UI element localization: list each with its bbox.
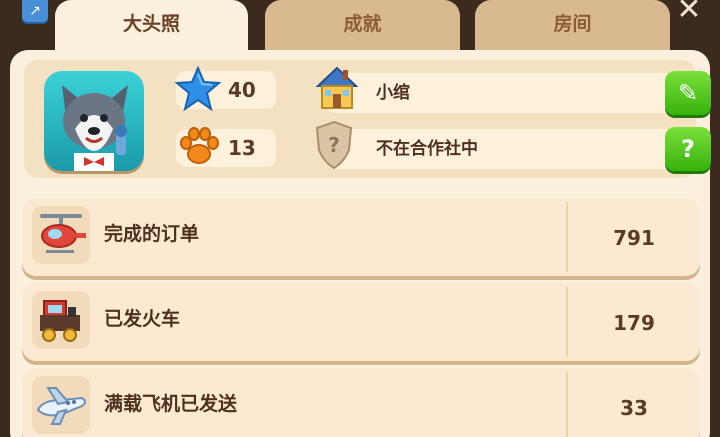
helicopter-icon	[32, 206, 90, 264]
airplane-icon	[32, 376, 90, 434]
question-icon: ?	[681, 135, 695, 163]
player-name: 小绾	[376, 83, 410, 103]
tab-achievements-label: 成就	[343, 13, 382, 35]
stars-value: 40	[228, 78, 256, 102]
star-icon	[174, 66, 222, 112]
stat-value-planes: 33	[620, 396, 648, 420]
train-icon	[32, 291, 90, 349]
stat-label-trains: 已发火车	[104, 308, 181, 330]
pencil-icon: ✎	[677, 79, 699, 107]
external-link-icon[interactable]: ↗	[22, 0, 48, 22]
stat-row-planes: 满载飞机已发送 33	[22, 368, 700, 437]
stat-label-orders: 完成的订单	[104, 223, 200, 245]
paws-value: 13	[228, 136, 256, 160]
coop-help-button[interactable]: ?	[665, 127, 711, 171]
stat-row-trains: 已发火车 179	[22, 283, 700, 361]
husky-avatar-icon	[62, 85, 128, 171]
edit-name-button[interactable]: ✎	[665, 71, 711, 115]
tab-rooms-label: 房间	[553, 13, 592, 35]
tab-portrait[interactable]: 大头照	[55, 0, 248, 58]
close-icon[interactable]: ✕	[672, 0, 706, 28]
profile-screen: ↗ ✕ 大头照 成就 房间 40 13 小绾 ✎ ? 不在合作社中 ? 完成的订…	[0, 0, 720, 437]
svg-text:?: ?	[328, 133, 340, 157]
stat-value-trains: 179	[613, 311, 655, 335]
stat-value-orders: 791	[613, 226, 655, 250]
shield-icon: ?	[315, 120, 353, 170]
coop-status: 不在合作社中	[376, 139, 478, 159]
avatar[interactable]	[44, 71, 144, 171]
house-icon	[315, 66, 359, 109]
profile-card: 40 13 小绾 ✎ ? 不在合作社中 ?	[24, 60, 711, 178]
paw-icon	[180, 127, 219, 164]
stat-row-orders: 完成的订单 791	[22, 198, 700, 276]
tab-portrait-label: 大头照	[122, 13, 180, 35]
profile-panel: 40 13 小绾 ✎ ? 不在合作社中 ? 完成的订单 791 已发火车 179…	[10, 50, 711, 437]
stat-label-planes: 满载飞机已发送	[104, 393, 238, 415]
